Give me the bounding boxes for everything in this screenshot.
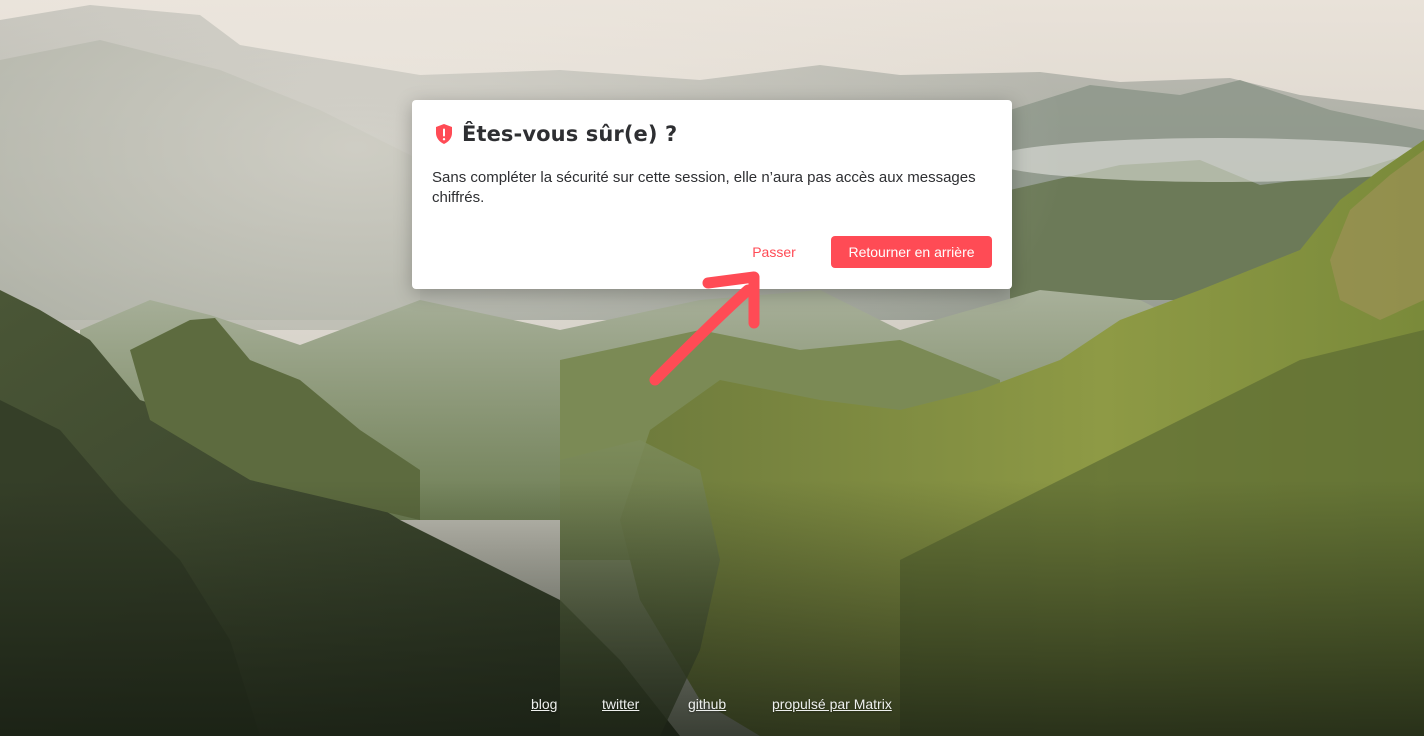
shield-warning-icon [436, 124, 452, 144]
footer-links: blog twitter github propulsé par Matrix [0, 696, 1424, 718]
confirm-skip-dialog: Êtes-vous sûr(e) ? Sans compléter la séc… [412, 100, 1012, 289]
skip-button[interactable]: Passer [734, 236, 814, 268]
dialog-title: Êtes-vous sûr(e) ? [462, 122, 678, 146]
login-page-background: Êtes-vous sûr(e) ? Sans compléter la séc… [0, 0, 1424, 736]
footer-link-blog[interactable]: blog [531, 696, 557, 712]
dialog-message: Sans compléter la sécurité sur cette ses… [432, 169, 976, 206]
footer-link-github[interactable]: github [688, 696, 726, 712]
dialog-header: Êtes-vous sûr(e) ? [434, 122, 677, 146]
footer-link-twitter[interactable]: twitter [602, 696, 639, 712]
go-back-button[interactable]: Retourner en arrière [831, 236, 992, 268]
footer-link-matrix[interactable]: propulsé par Matrix [772, 696, 892, 712]
